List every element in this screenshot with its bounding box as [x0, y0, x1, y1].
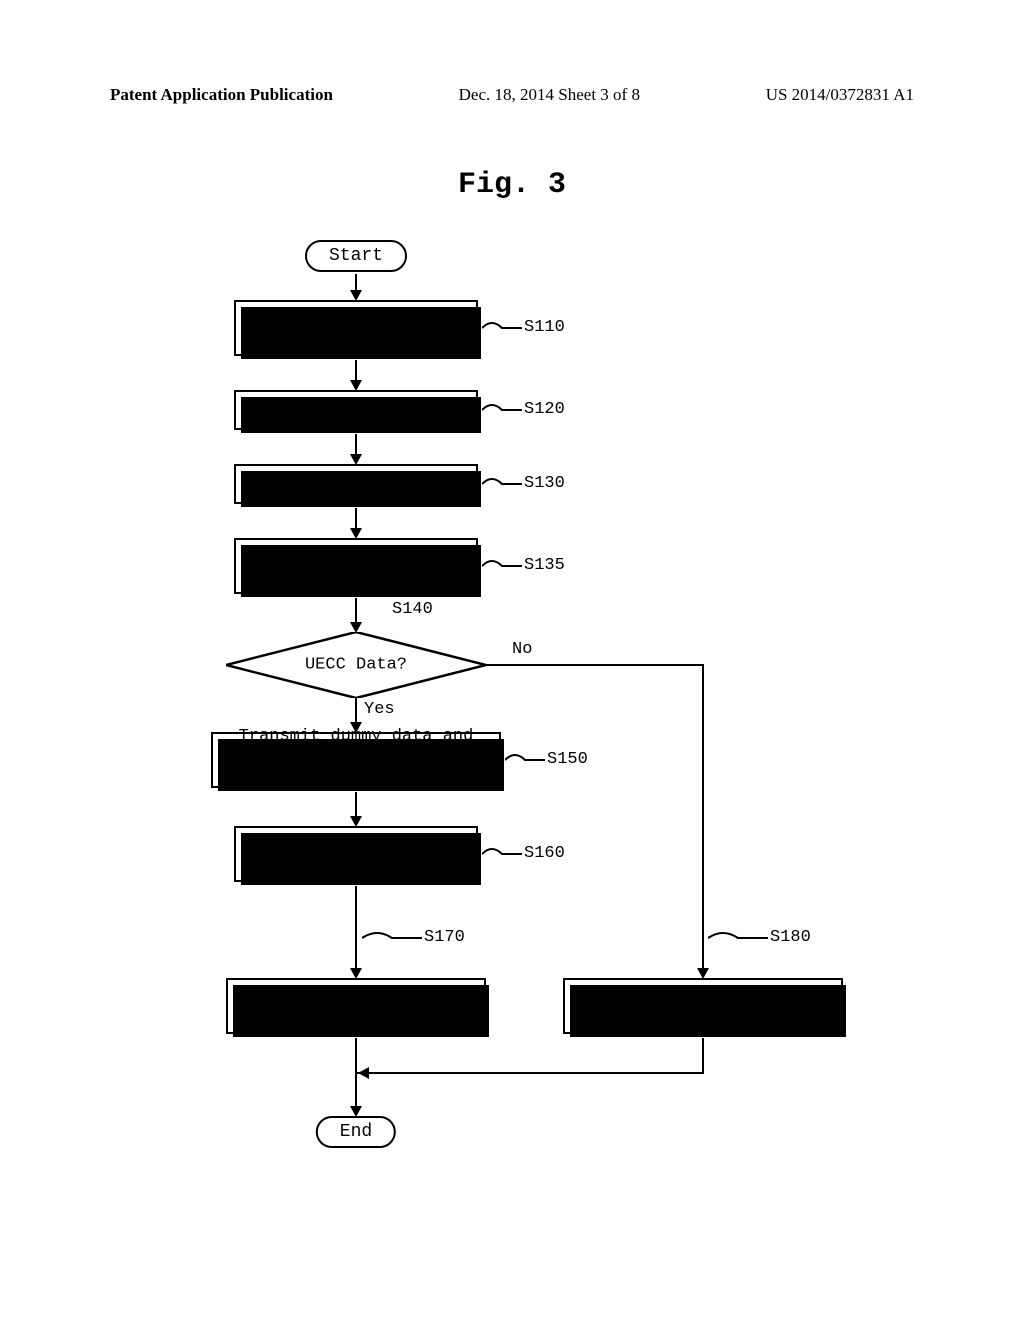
process-s110-label: Receive read command from a host — [254, 305, 458, 351]
decision-s140-label: UECC Data? — [305, 656, 407, 675]
process-s110: Receive read command from a host — [234, 300, 478, 356]
merge-line-v — [702, 1038, 704, 1074]
step-label-s180: S180 — [770, 928, 811, 947]
process-s120-label: Allocate buffer units — [249, 399, 463, 422]
branch-label-no: No — [512, 640, 532, 659]
leader-icon — [482, 400, 522, 420]
arrow-line — [355, 698, 357, 724]
process-s160: Perform enhanced error correction operat… — [234, 826, 478, 882]
arrowhead-left-icon — [358, 1067, 369, 1079]
terminal-end: End — [316, 1116, 396, 1148]
step-label-s110: S110 — [524, 318, 565, 337]
arrow-line — [355, 360, 357, 382]
terminal-start-label: Start — [329, 246, 383, 266]
merge-line-h — [356, 1072, 704, 1074]
leader-icon — [482, 474, 522, 494]
step-label-s120: S120 — [524, 400, 565, 419]
process-s170-label: Transmit corrected UECC data to host — [264, 983, 448, 1029]
terminal-end-label: End — [340, 1122, 372, 1142]
process-s135: Perform normal error correction operatio… — [234, 538, 478, 594]
step-label-s160: S160 — [524, 844, 565, 863]
step-label-s170: S170 — [424, 928, 465, 947]
header-right: US 2014/0372831 A1 — [766, 85, 914, 105]
leader-icon — [482, 844, 522, 864]
process-s160-label: Perform enhanced error correction operat… — [244, 831, 468, 877]
branch-line-no-v — [702, 664, 704, 970]
leader-icon — [482, 318, 522, 338]
terminal-start: Start — [305, 240, 407, 272]
step-label-s135: S135 — [524, 556, 565, 575]
leader-icon — [482, 556, 522, 576]
branch-line-no — [486, 664, 704, 666]
step-label-s140: S140 — [392, 600, 433, 619]
arrow-line — [355, 792, 357, 818]
leader-icon — [708, 928, 768, 948]
arrow-line — [355, 508, 357, 530]
leader-icon — [362, 928, 422, 948]
figure-title: Fig. 3 — [458, 168, 566, 202]
branch-label-yes: Yes — [364, 700, 395, 719]
leader-icon — [505, 750, 545, 770]
arrow-line — [355, 886, 357, 970]
process-s130-label: Read data store in NVM — [244, 473, 468, 496]
process-s180-label: Transmit read data to host — [570, 995, 835, 1018]
process-s180: Transmit read data to host — [563, 978, 843, 1034]
process-s130: Read data store in NVM — [234, 464, 478, 504]
arrow-line — [355, 598, 357, 624]
process-s135-label: Perform normal error correction operatio… — [254, 543, 458, 589]
step-label-s130: S130 — [524, 474, 565, 493]
header-left: Patent Application Publication — [110, 85, 333, 105]
arrow-line — [355, 434, 357, 456]
process-s170: Transmit corrected UECC data to host — [226, 978, 486, 1034]
process-s150: Transmit dummy data and partial read dat… — [211, 732, 501, 788]
flowchart: Start Receive read command from a host S… — [132, 240, 892, 1220]
page-header: Patent Application Publication Dec. 18, … — [0, 85, 1024, 105]
step-label-s150: S150 — [547, 750, 588, 769]
process-s150-label: Transmit dummy data and partial read dat… — [213, 726, 499, 795]
process-s120: Allocate buffer units — [234, 390, 478, 430]
decision-s140: UECC Data? — [226, 632, 486, 698]
header-center: Dec. 18, 2014 Sheet 3 of 8 — [459, 85, 640, 105]
